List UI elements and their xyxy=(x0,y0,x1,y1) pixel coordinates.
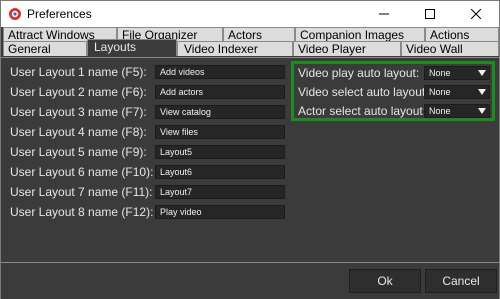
preferences-window: Preferences Attract Windows File Organiz… xyxy=(0,0,500,299)
layout-3-label: User Layout 3 name (F7): xyxy=(10,105,147,119)
tab-companion-images[interactable]: Companion Images xyxy=(295,27,425,42)
video-play-auto-layout-label: Video play auto layout: xyxy=(298,66,420,80)
minimize-icon xyxy=(379,13,389,15)
close-button[interactable] xyxy=(453,1,499,27)
video-select-auto-layout-value: None xyxy=(429,87,451,97)
tab-video-indexer[interactable]: Video Indexer xyxy=(177,41,293,56)
tab-video-wall[interactable]: Video Wall xyxy=(401,41,499,56)
layout-7-name-field[interactable]: Layout7 xyxy=(155,185,285,199)
layout-8-name-field[interactable]: Play video xyxy=(155,205,285,219)
video-play-auto-layout-select[interactable]: None xyxy=(424,66,490,80)
layout-6-name-field[interactable]: Layout6 xyxy=(155,165,285,179)
ok-button[interactable]: Ok xyxy=(349,269,421,293)
dropdown-arrow-icon xyxy=(478,108,486,114)
maximize-icon xyxy=(425,9,435,19)
tab-actors[interactable]: Actors xyxy=(223,27,295,42)
video-select-auto-layout-label: Video select auto layout: xyxy=(298,85,429,99)
layout-5-name-field[interactable]: Layout5 xyxy=(155,145,285,159)
layout-1-label: User Layout 1 name (F5): xyxy=(10,65,147,79)
tab-layouts[interactable]: Layouts xyxy=(87,39,177,56)
minimize-button[interactable] xyxy=(361,1,407,27)
video-select-auto-layout-select[interactable]: None xyxy=(424,85,490,99)
layout-4-label: User Layout 4 name (F8): xyxy=(10,125,147,139)
app-icon xyxy=(9,8,21,20)
layout-2-name-field[interactable]: Add actors xyxy=(155,85,285,99)
dialog-footer: Ok Cancel xyxy=(1,262,499,299)
title-bar[interactable]: Preferences xyxy=(1,1,499,27)
dropdown-arrow-icon xyxy=(478,70,486,76)
layout-5-label: User Layout 5 name (F9): xyxy=(10,145,147,159)
layout-4-name-field[interactable]: View files xyxy=(155,125,285,139)
actor-select-auto-layout-select[interactable]: None xyxy=(424,104,490,118)
layout-8-label: User Layout 8 name (F12): xyxy=(10,205,154,219)
close-icon xyxy=(471,9,481,19)
layout-6-label: User Layout 6 name (F10): xyxy=(10,165,154,179)
tab-general[interactable]: General xyxy=(3,41,87,56)
layout-2-label: User Layout 2 name (F6): xyxy=(10,85,147,99)
actor-select-auto-layout-value: None xyxy=(429,106,451,116)
layout-7-label: User Layout 7 name (F11): xyxy=(10,185,153,199)
video-play-auto-layout-value: None xyxy=(429,68,451,78)
actor-select-auto-layout-label: Actor select auto layout: xyxy=(298,104,427,118)
layout-3-name-field[interactable]: View catalog xyxy=(155,105,285,119)
window-title: Preferences xyxy=(27,7,92,21)
tab-actions[interactable]: Actions xyxy=(425,27,499,42)
cancel-button[interactable]: Cancel xyxy=(425,269,497,293)
layout-1-name-field[interactable]: Add videos xyxy=(155,65,285,79)
maximize-button[interactable] xyxy=(407,1,453,27)
dropdown-arrow-icon xyxy=(478,89,486,95)
tab-strip: Attract Windows File Organizer Actors Co… xyxy=(1,27,499,58)
tab-video-player[interactable]: Video Player xyxy=(293,41,401,56)
